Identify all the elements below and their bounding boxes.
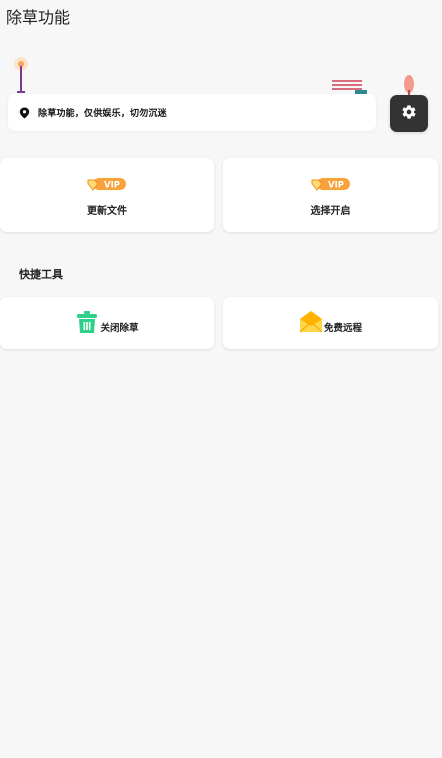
vip-badge-text: VIP [328,181,344,191]
free-remote-label: 免费远程 [323,323,362,334]
location-pin-icon [18,107,30,119]
notice-bar: 除草功能，仅供娱乐，切勿沉迷 [8,94,376,131]
notice-text: 除草功能，仅供娱乐，切勿沉迷 [38,109,167,119]
header-illustration [14,57,414,98]
gear-icon [401,104,417,124]
settings-button[interactable] [390,95,428,132]
envelope-icon [299,310,323,334]
vip-badge-icon: VIP [311,178,350,191]
select-enable-label: 选择开启 [310,206,351,217]
update-file-card[interactable]: VIP 更新文件 [0,158,214,232]
update-file-label: 更新文件 [87,206,127,217]
free-remote-card[interactable]: 免费远程 [223,297,438,349]
quick-tools-title: 快捷工具 [19,268,63,281]
select-enable-card[interactable]: VIP 选择开启 [223,158,438,232]
trash-bin-icon [75,310,99,334]
disable-weeding-card[interactable]: 关闭除草 [0,297,214,349]
vip-badge-text: VIP [104,181,120,191]
vip-badge-icon: VIP [87,178,126,191]
disable-weeding-label: 关闭除草 [100,323,139,334]
street-lamp-icon [14,57,28,93]
page-title: 除草功能 [6,8,71,27]
